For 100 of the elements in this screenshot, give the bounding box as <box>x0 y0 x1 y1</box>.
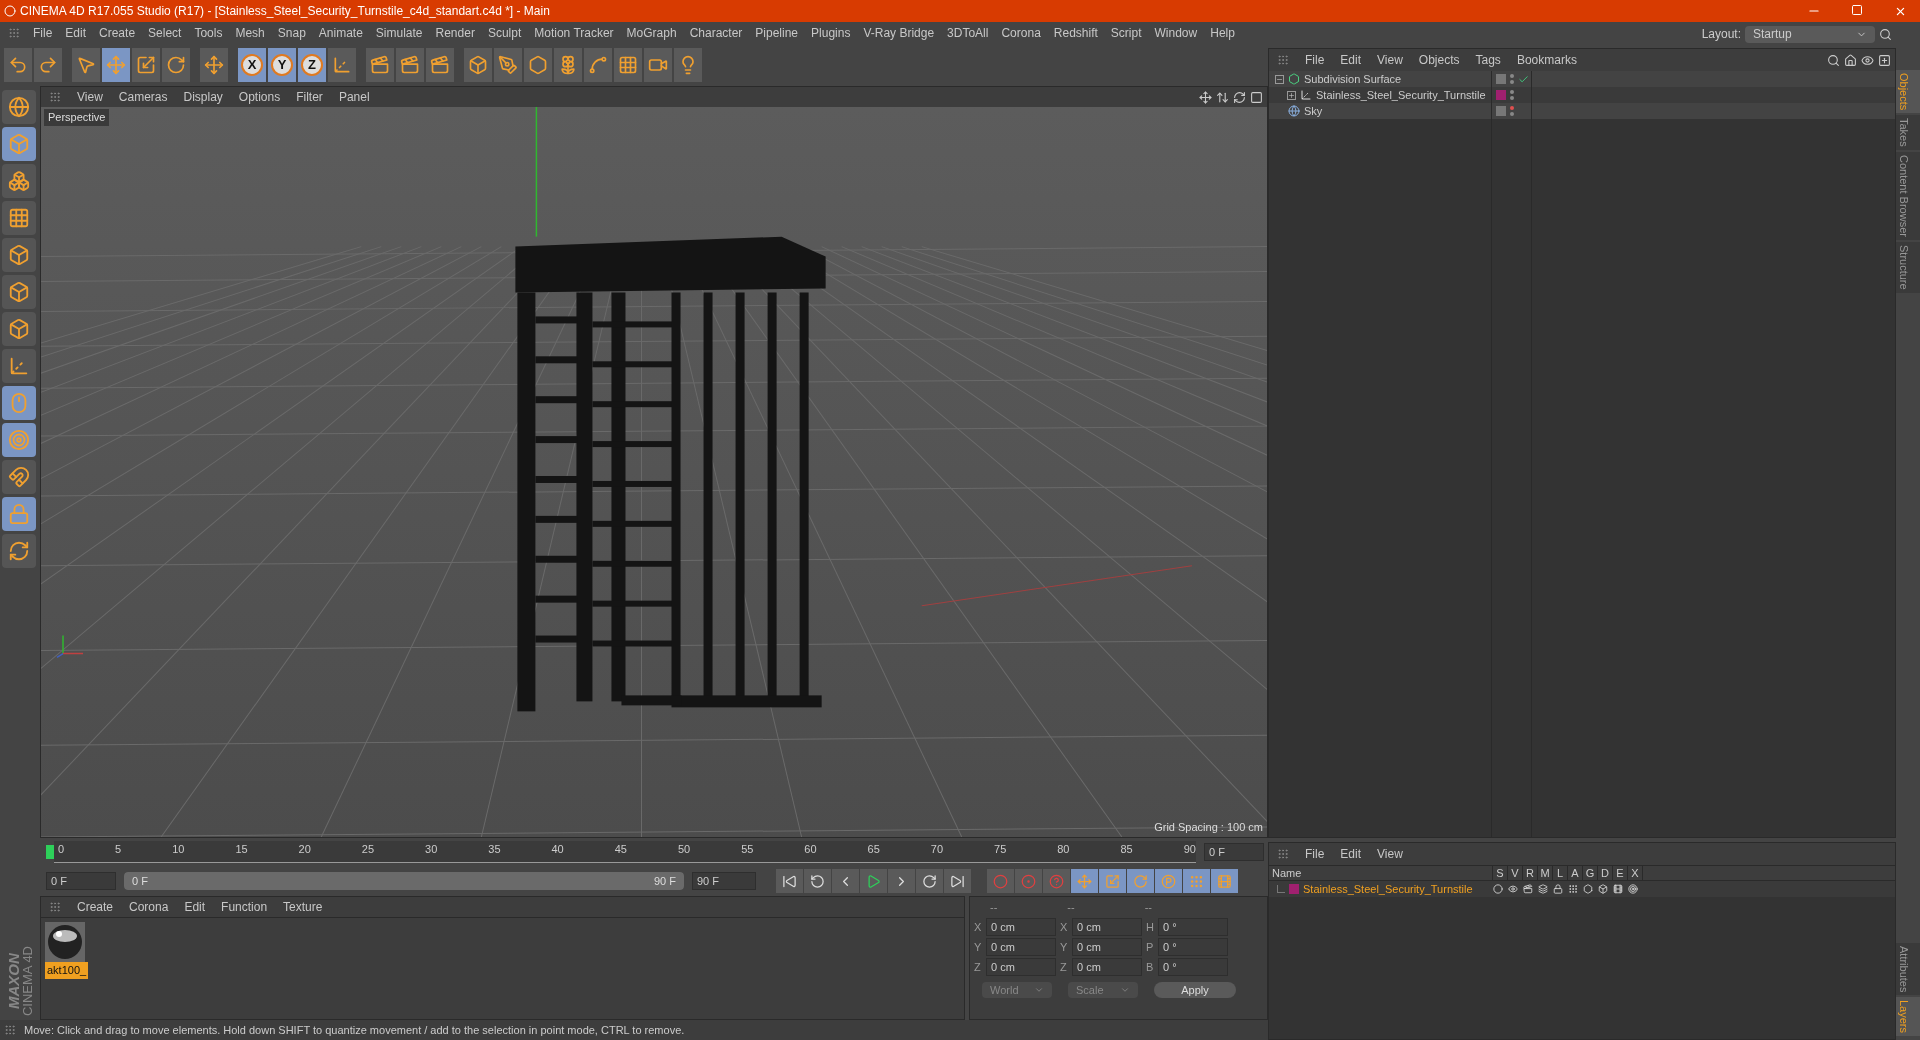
layer-color-swatch[interactable] <box>1289 884 1299 894</box>
toolbar-button[interactable] <box>464 48 492 82</box>
range-slider[interactable]: 0 F 90 F <box>124 872 684 890</box>
restore-icon[interactable] <box>1851 3 1863 16</box>
axis-toggle-button[interactable]: Z <box>298 48 326 82</box>
menu-item[interactable]: V-Ray Bridge <box>863 24 935 42</box>
menu-item[interactable]: Edit <box>1340 51 1362 69</box>
size-field[interactable]: 0 cm <box>1072 958 1142 976</box>
solo-icon[interactable] <box>1493 884 1503 894</box>
column-header[interactable]: V <box>1508 866 1523 880</box>
menu-item[interactable]: Edit <box>184 898 206 916</box>
toolbar-button[interactable] <box>328 48 356 82</box>
position-field[interactable]: 0 cm <box>986 958 1056 976</box>
maximize-icon[interactable] <box>1250 90 1263 104</box>
menu-item[interactable]: Redshift <box>1053 24 1098 42</box>
apply-button[interactable]: Apply <box>1154 982 1236 998</box>
rotation-field[interactable]: 0 ° <box>1158 938 1228 956</box>
menu-item[interactable]: Motion Tracker <box>534 24 614 42</box>
cube-icon[interactable] <box>1598 884 1608 894</box>
mode-tool-button[interactable] <box>2 164 36 198</box>
side-tab[interactable]: Content Browser <box>1896 152 1920 240</box>
toolbar-button[interactable] <box>554 48 582 82</box>
pan-icon[interactable] <box>1199 90 1212 104</box>
menu-item[interactable]: Character <box>689 24 743 42</box>
column-header[interactable]: E <box>1613 866 1628 880</box>
material-sphere-icon[interactable] <box>45 922 85 962</box>
transport-button[interactable] <box>832 869 859 893</box>
new-panel-icon[interactable] <box>1878 53 1891 67</box>
menu-item[interactable]: Select <box>148 24 182 42</box>
menu-item[interactable]: Panel <box>338 88 370 106</box>
size-field[interactable]: 0 cm <box>1072 918 1142 936</box>
hexagon-icon[interactable] <box>1583 884 1593 894</box>
mode-tool-button[interactable] <box>2 312 36 346</box>
toolbar-button[interactable] <box>34 48 62 82</box>
object-name[interactable]: Subdivision Surface <box>1304 70 1402 88</box>
eye-icon[interactable] <box>1861 53 1874 67</box>
menu-item[interactable]: Bookmarks <box>1516 51 1577 69</box>
lock-icon[interactable] <box>1553 884 1563 894</box>
toolbar-button[interactable] <box>162 48 190 82</box>
menu-item[interactable]: Create <box>99 24 136 42</box>
column-header[interactable]: M <box>1538 866 1553 880</box>
menu-item[interactable]: Script <box>1110 24 1142 42</box>
toolbar-button[interactable] <box>614 48 642 82</box>
transport-button[interactable] <box>916 869 943 893</box>
side-tab[interactable]: Structure <box>1896 242 1920 293</box>
menu-item[interactable]: Objects <box>1418 51 1460 69</box>
menu-item[interactable]: MoGraph <box>626 24 677 42</box>
rotation-field[interactable]: 0 ° <box>1158 958 1228 976</box>
menu-item[interactable]: Simulate <box>375 24 423 42</box>
visibility-dots-icon[interactable] <box>1510 90 1514 100</box>
column-header[interactable]: D <box>1598 866 1613 880</box>
visibility-dots-icon[interactable] <box>1510 74 1514 84</box>
orbit-icon[interactable] <box>1233 90 1246 104</box>
column-header[interactable]: S <box>1493 866 1508 880</box>
menu-item[interactable]: Animate <box>318 24 363 42</box>
layout-dropdown[interactable]: Startup <box>1745 25 1875 43</box>
clapperboard-icon[interactable] <box>1523 884 1533 894</box>
side-tab[interactable]: Layers <box>1896 996 1920 1036</box>
enabled-check-icon[interactable] <box>1518 73 1529 85</box>
menu-item[interactable]: Function <box>221 898 268 916</box>
toolbar-button[interactable] <box>644 48 672 82</box>
menu-item[interactable]: Tags <box>1475 51 1501 69</box>
transport-button[interactable] <box>860 869 887 893</box>
menu-item[interactable]: File <box>1305 845 1325 863</box>
menu-item[interactable]: Sculpt <box>487 24 522 42</box>
menu-item[interactable]: Help <box>1210 24 1235 42</box>
frame-field[interactable]: 0 F <box>46 872 116 890</box>
mode-tool-button[interactable] <box>2 238 36 272</box>
frame-field[interactable]: 90 F <box>692 872 756 890</box>
menu-item[interactable]: Cameras <box>118 88 168 106</box>
no-layer-swatch[interactable] <box>1496 74 1506 84</box>
mode-tool-button[interactable] <box>2 534 36 568</box>
visibility-dots-icon[interactable] <box>1510 106 1514 116</box>
menu-item[interactable]: View <box>1377 845 1403 863</box>
home-icon[interactable] <box>1844 53 1857 67</box>
toolbar-button[interactable] <box>396 48 424 82</box>
transport-button[interactable] <box>804 869 831 893</box>
side-tab[interactable]: Takes <box>1896 115 1920 151</box>
menu-item[interactable]: Filter <box>296 88 323 106</box>
toolbar-button[interactable] <box>524 48 552 82</box>
menu-item[interactable]: 3DToAll <box>947 24 989 42</box>
layers-icon[interactable] <box>1538 884 1548 894</box>
side-tab[interactable]: Attributes <box>1896 942 1920 995</box>
size-field[interactable]: 0 cm <box>1072 938 1142 956</box>
toolbar-button[interactable] <box>72 48 100 82</box>
menu-item[interactable]: View <box>77 88 103 106</box>
side-tab[interactable]: Objects <box>1896 70 1920 114</box>
no-layer-swatch[interactable] <box>1496 106 1506 116</box>
toolbar-button[interactable] <box>366 48 394 82</box>
column-header[interactable]: Name <box>1269 866 1493 880</box>
target-icon[interactable] <box>1628 884 1638 894</box>
material-name[interactable]: akt100_ <box>45 962 89 979</box>
menu-item[interactable]: Tools <box>194 24 223 42</box>
mode-tool-button[interactable] <box>2 460 36 494</box>
column-header[interactable]: R <box>1523 866 1538 880</box>
position-field[interactable]: 0 cm <box>986 918 1056 936</box>
transport-button[interactable] <box>776 869 803 893</box>
menu-item[interactable]: Texture <box>283 898 323 916</box>
column-header[interactable]: A <box>1568 866 1583 880</box>
layer-color-swatch[interactable] <box>1496 90 1506 100</box>
